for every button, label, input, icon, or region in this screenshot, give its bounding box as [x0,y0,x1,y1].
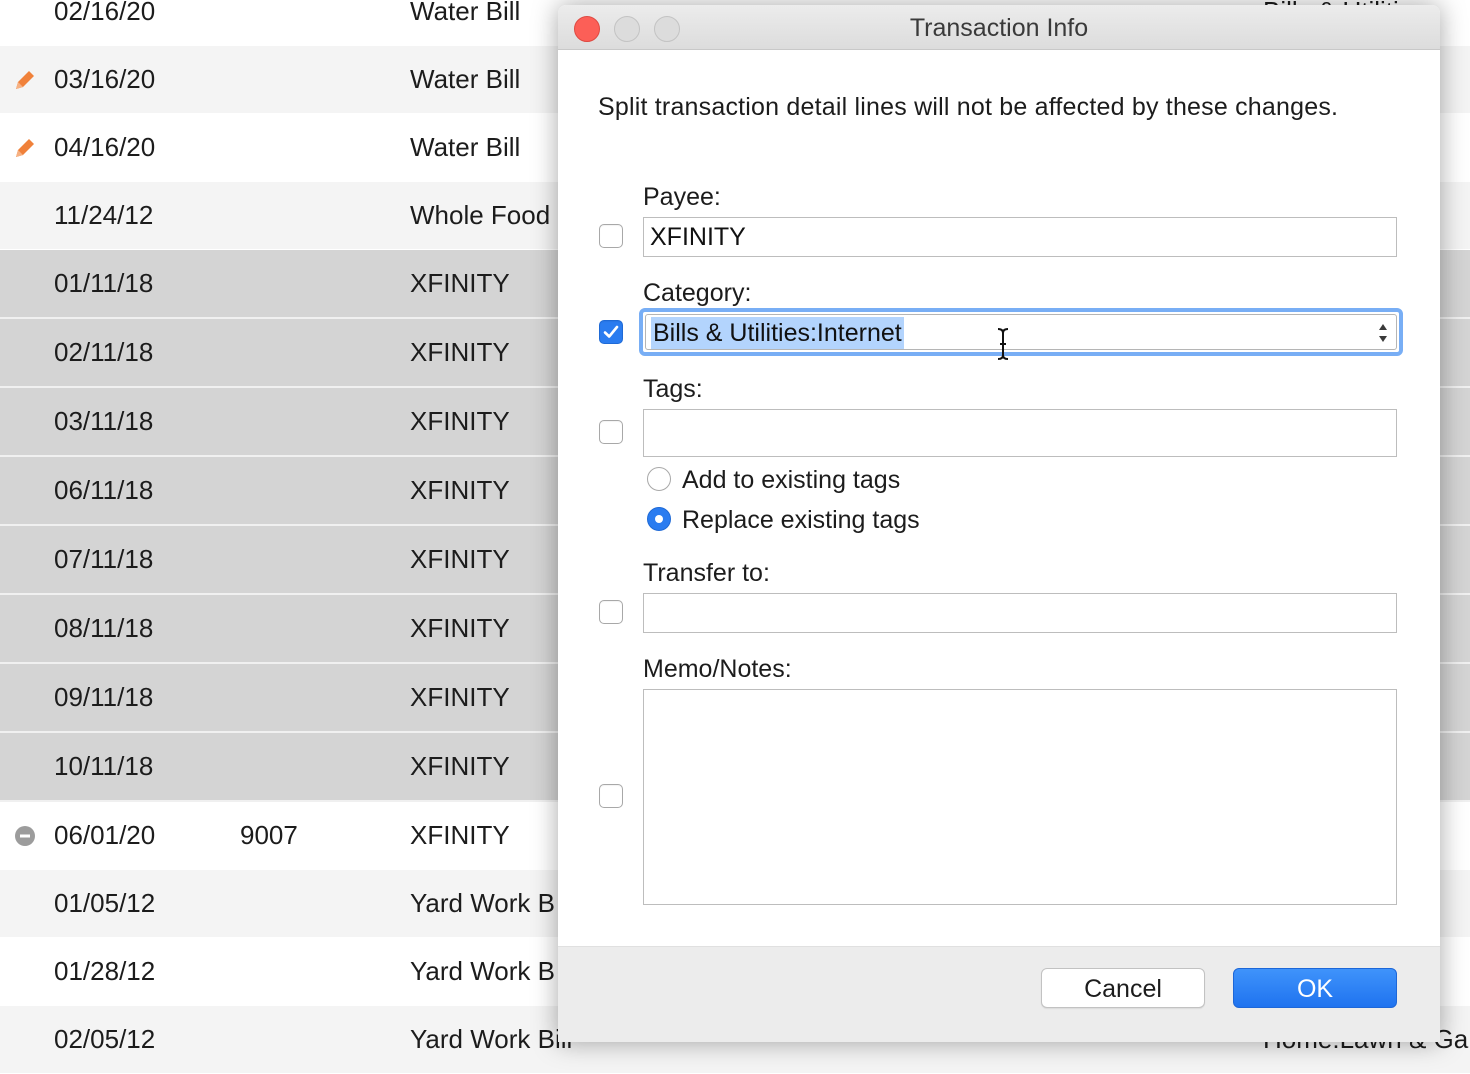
row-payee: XFINITY [410,751,510,781]
row-date: 09/11/18 [54,682,154,712]
row-payee: Yard Work B [410,888,555,918]
row-date: 01/11/18 [54,268,154,298]
text-cursor-icon [997,328,1009,360]
dialog-titlebar: Transaction Info [558,5,1440,50]
split-notice: Split transaction detail lines will not … [598,93,1339,121]
row-date: 08/11/18 [54,613,154,643]
row-date: 01/28/12 [54,956,156,986]
replace-tags-label[interactable]: Replace existing tags [682,506,920,535]
pencil-icon[interactable] [12,67,38,93]
row-date: 01/05/12 [54,888,156,918]
row-date: 06/11/18 [54,475,154,505]
row-date: 03/11/18 [54,406,154,436]
checkmark-icon [603,325,619,338]
category-label: Category: [643,279,752,307]
row-payee: XFINITY [410,337,510,367]
row-date: 02/05/12 [54,1024,156,1054]
row-payee: Yard Work Bill [410,1024,573,1054]
category-value: Bills & Utilities:Internet [651,317,904,349]
minus-circle-icon[interactable] [12,823,38,849]
tags-field[interactable] [643,409,1397,457]
row-payee: XFINITY [410,682,510,712]
row-date: 11/24/12 [54,200,154,230]
row-payee: XFINITY [410,268,510,298]
row-date: 03/16/20 [54,64,156,94]
row-check-number: 9007 [240,820,298,850]
row-payee: XFINITY [410,544,510,574]
row-date: 04/16/20 [54,132,156,162]
add-tags-label[interactable]: Add to existing tags [682,466,900,495]
row-date: 06/01/20 [54,820,156,850]
row-date: 10/11/18 [54,751,154,781]
dialog-title: Transaction Info [909,14,1089,42]
tags-label: Tags: [643,375,703,403]
row-payee: Water Bill [410,64,521,94]
row-payee: Water Bill [410,0,521,26]
payee-checkbox[interactable] [599,224,623,248]
row-payee: XFINITY [410,406,510,436]
row-date: 07/11/18 [54,544,154,574]
ok-button[interactable]: OK [1233,968,1397,1008]
payee-field[interactable]: XFINITY [643,217,1397,257]
row-payee: Whole Food [410,200,551,230]
row-date: 02/11/18 [54,337,154,367]
row-payee: Yard Work B [410,956,555,986]
transfer-field[interactable] [643,593,1397,633]
memo-label: Memo/Notes: [643,655,792,683]
row-payee: XFINITY [410,613,510,643]
payee-label: Payee: [643,183,721,211]
transfer-checkbox[interactable] [599,600,623,624]
cancel-button[interactable]: Cancel [1041,968,1205,1008]
category-checkbox[interactable] [599,320,623,344]
add-tags-radio[interactable] [647,467,671,491]
stepper-arrows-icon[interactable] [1377,320,1389,346]
memo-textarea[interactable] [643,689,1397,905]
tags-checkbox[interactable] [599,420,623,444]
row-date: 02/16/20 [54,0,156,26]
transaction-info-dialog: Transaction Info Split transaction detai… [558,5,1440,1042]
row-payee: XFINITY [410,820,510,850]
category-combobox[interactable]: Bills & Utilities:Internet [639,308,1403,356]
row-payee: XFINITY [410,475,510,505]
pencil-icon[interactable] [12,135,38,161]
transfer-label: Transfer to: [643,559,770,587]
dialog-footer: Cancel OK [558,946,1440,1042]
memo-checkbox[interactable] [599,784,623,808]
replace-tags-radio[interactable] [647,507,671,531]
row-payee: Water Bill [410,132,521,162]
